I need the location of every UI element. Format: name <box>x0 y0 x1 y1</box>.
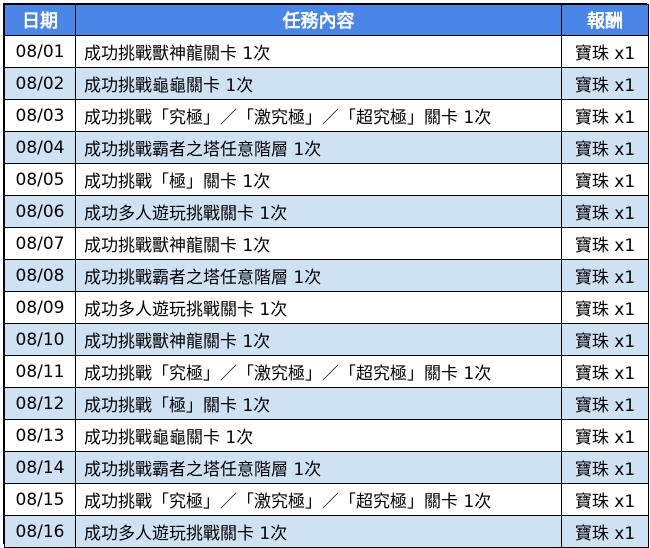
table-row: 08/03 成功挑戰「究極」／「激究極」／「超究極」關卡 1次 寶珠 x1 <box>4 99 649 132</box>
cell-reward: 寶珠 x1 <box>561 355 649 388</box>
cell-reward: 寶珠 x1 <box>561 131 649 164</box>
table-row: 08/10 成功挑戰獸神龍關卡 1次 寶珠 x1 <box>4 323 649 356</box>
cell-reward: 寶珠 x1 <box>561 291 649 324</box>
table-row: 08/13 成功挑戰龜龜關卡 1次 寶珠 x1 <box>4 419 649 452</box>
table-row: 08/08 成功挑戰霸者之塔任意階層 1次 寶珠 x1 <box>4 259 649 292</box>
cell-reward: 寶珠 x1 <box>561 323 649 356</box>
cell-task: 成功多人遊玩挑戰關卡 1次 <box>75 291 562 324</box>
table-row: 08/06 成功多人遊玩挑戰關卡 1次 寶珠 x1 <box>4 195 649 228</box>
mission-table: 日期 任務內容 報酬 08/01 成功挑戰獸神龍關卡 1次 寶珠 x1 08/02 成功… <box>4 4 649 548</box>
table-row: 08/02 成功挑戰龜龜關卡 1次 寶珠 x1 <box>4 67 649 100</box>
cell-reward: 寶珠 x1 <box>561 483 649 516</box>
cell-date: 08/11 <box>4 355 76 388</box>
cell-reward: 寶珠 x1 <box>561 259 649 292</box>
table-row: 08/09 成功多人遊玩挑戰關卡 1次 寶珠 x1 <box>4 291 649 324</box>
cell-reward: 寶珠 x1 <box>561 163 649 196</box>
cell-date: 08/04 <box>4 131 76 164</box>
cell-reward: 寶珠 x1 <box>561 515 649 548</box>
table-row: 08/15 成功挑戰「究極」／「激究極」／「超究極」關卡 1次 寶珠 x1 <box>4 483 649 516</box>
cell-task: 成功挑戰霸者之塔任意階層 1次 <box>75 451 562 484</box>
mission-table-container: 日期 任務內容 報酬 08/01 成功挑戰獸神龍關卡 1次 寶珠 x1 08/02 成功… <box>3 3 649 548</box>
cell-task: 成功挑戰霸者之塔任意階層 1次 <box>75 131 562 164</box>
cell-reward: 寶珠 x1 <box>561 99 649 132</box>
cell-task: 成功挑戰「究極」／「激究極」／「超究極」關卡 1次 <box>75 483 562 516</box>
cell-reward: 寶珠 x1 <box>561 451 649 484</box>
cell-reward: 寶珠 x1 <box>561 67 649 100</box>
table-row: 08/01 成功挑戰獸神龍關卡 1次 寶珠 x1 <box>4 35 649 68</box>
cell-date: 08/06 <box>4 195 76 228</box>
header-date: 日期 <box>4 4 76 36</box>
table-row: 08/12 成功挑戰「極」關卡 1次 寶珠 x1 <box>4 387 649 420</box>
cell-reward: 寶珠 x1 <box>561 227 649 260</box>
cell-date: 08/01 <box>4 35 76 68</box>
table-header-row: 日期 任務內容 報酬 <box>4 4 649 36</box>
table-row: 08/05 成功挑戰「極」關卡 1次 寶珠 x1 <box>4 163 649 196</box>
cell-task: 成功挑戰「究極」／「激究極」／「超究極」關卡 1次 <box>75 355 562 388</box>
cell-date: 08/13 <box>4 419 76 452</box>
cell-task: 成功挑戰霸者之塔任意階層 1次 <box>75 259 562 292</box>
cell-task: 成功挑戰龜龜關卡 1次 <box>75 419 562 452</box>
cell-date: 08/14 <box>4 451 76 484</box>
cell-task: 成功挑戰獸神龍關卡 1次 <box>75 227 562 260</box>
cell-task: 成功挑戰「究極」／「激究極」／「超究極」關卡 1次 <box>75 99 562 132</box>
cell-date: 08/08 <box>4 259 76 292</box>
table-row: 08/16 成功多人遊玩挑戰關卡 1次 寶珠 x1 <box>4 515 649 548</box>
cell-reward: 寶珠 x1 <box>561 195 649 228</box>
table-row: 08/07 成功挑戰獸神龍關卡 1次 寶珠 x1 <box>4 227 649 260</box>
cell-task: 成功多人遊玩挑戰關卡 1次 <box>75 515 562 548</box>
cell-task: 成功挑戰獸神龍關卡 1次 <box>75 323 562 356</box>
cell-task: 成功挑戰龜龜關卡 1次 <box>75 67 562 100</box>
table-row: 08/11 成功挑戰「究極」／「激究極」／「超究極」關卡 1次 寶珠 x1 <box>4 355 649 388</box>
cell-date: 08/12 <box>4 387 76 420</box>
cell-reward: 寶珠 x1 <box>561 419 649 452</box>
cell-date: 08/07 <box>4 227 76 260</box>
table-row: 08/14 成功挑戰霸者之塔任意階層 1次 寶珠 x1 <box>4 451 649 484</box>
cell-date: 08/09 <box>4 291 76 324</box>
header-reward: 報酬 <box>561 4 649 36</box>
cell-date: 08/16 <box>4 515 76 548</box>
cell-task: 成功多人遊玩挑戰關卡 1次 <box>75 195 562 228</box>
cell-date: 08/03 <box>4 99 76 132</box>
table-body: 08/01 成功挑戰獸神龍關卡 1次 寶珠 x1 08/02 成功挑戰龜龜關卡 1次 寶珠… <box>4 35 649 548</box>
cell-date: 08/05 <box>4 163 76 196</box>
cell-reward: 寶珠 x1 <box>561 35 649 68</box>
header-task: 任務內容 <box>75 4 562 36</box>
cell-date: 08/10 <box>4 323 76 356</box>
cell-task: 成功挑戰「極」關卡 1次 <box>75 387 562 420</box>
cell-task: 成功挑戰「極」關卡 1次 <box>75 163 562 196</box>
table-row: 08/04 成功挑戰霸者之塔任意階層 1次 寶珠 x1 <box>4 131 649 164</box>
cell-date: 08/02 <box>4 67 76 100</box>
cell-task: 成功挑戰獸神龍關卡 1次 <box>75 35 562 68</box>
cell-reward: 寶珠 x1 <box>561 387 649 420</box>
cell-date: 08/15 <box>4 483 76 516</box>
